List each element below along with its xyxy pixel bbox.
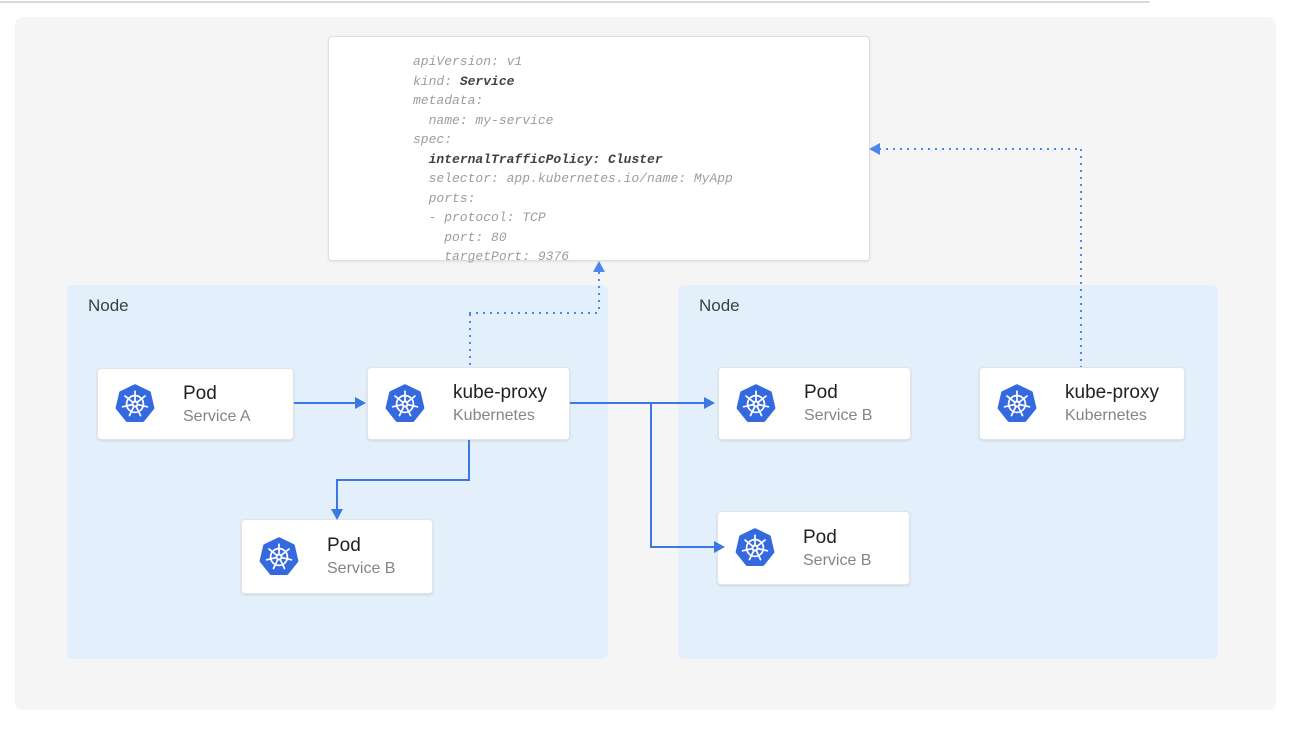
card-subtitle: Service A	[183, 406, 251, 427]
card-text: Pod Service B	[804, 381, 872, 426]
card-title: Pod	[183, 382, 251, 405]
kube-proxy-right-card: kube-proxy Kubernetes	[979, 367, 1185, 440]
yaml-line: kind: Service	[413, 72, 869, 92]
node-right-label: Node	[699, 295, 740, 317]
yaml-line: name: my-service	[413, 111, 869, 131]
dotted-left-kube-proxy-up-segment	[469, 314, 471, 367]
arrowhead-pod-a-to-kube-proxy	[355, 397, 366, 409]
pod-service-a-card: Pod Service A	[97, 368, 294, 440]
service-yaml-card: apiVersion: v1kind: Servicemetadata: nam…	[328, 36, 870, 261]
card-subtitle: Kubernetes	[1065, 405, 1159, 426]
arrow-branch-right-segment	[650, 546, 716, 548]
dotted-left-kube-proxy-right-segment	[469, 312, 600, 314]
kubernetes-icon	[384, 383, 426, 425]
node-right: Node	[678, 285, 1218, 659]
kubernetes-icon	[996, 383, 1038, 425]
card-title: Pod	[803, 526, 871, 549]
card-subtitle: Service B	[803, 550, 871, 571]
kubernetes-icon	[258, 536, 300, 578]
kube-proxy-left-card: kube-proxy Kubernetes	[367, 367, 570, 440]
yaml-line: - protocol: TCP	[413, 208, 869, 228]
arrow-kube-proxy-left-segment	[336, 479, 470, 481]
yaml-line: internalTrafficPolicy: Cluster	[413, 150, 869, 170]
yaml-line: apiVersion: v1	[413, 52, 869, 72]
arrow-kube-proxy-to-pod-b-right-top	[570, 402, 705, 404]
dotted-left-kube-proxy-up2-segment	[598, 272, 600, 314]
arrowhead-to-pod-b-right-bottom	[714, 541, 725, 553]
arrow-kube-proxy-down2-segment	[336, 480, 338, 511]
arrow-kube-proxy-down-segment	[468, 440, 470, 481]
yaml-line: selector: app.kubernetes.io/name: MyApp	[413, 169, 869, 189]
yaml-line: port: 80	[413, 228, 869, 248]
arrowhead-to-yaml-bottom	[593, 261, 605, 272]
pod-service-b-left-card: Pod Service B	[241, 519, 433, 594]
card-text: kube-proxy Kubernetes	[1065, 381, 1159, 426]
card-subtitle: Service B	[804, 405, 872, 426]
card-text: Pod Service B	[803, 526, 871, 571]
card-text: Pod Service A	[183, 382, 251, 427]
kubernetes-icon	[735, 383, 777, 425]
arrowhead-to-pod-b-right-top	[704, 397, 715, 409]
arrowhead-to-yaml-right	[869, 143, 880, 155]
pod-service-b-right-bottom-card: Pod Service B	[717, 511, 910, 585]
card-title: Pod	[804, 381, 872, 404]
dotted-right-kube-proxy-up-segment	[1080, 149, 1082, 367]
card-text: kube-proxy Kubernetes	[453, 381, 547, 426]
arrowhead-to-pod-b-left	[331, 509, 343, 520]
kubernetes-icon	[734, 527, 776, 569]
top-divider	[0, 1, 1150, 3]
arrow-pod-a-to-kube-proxy	[294, 402, 357, 404]
yaml-line: ports:	[413, 189, 869, 209]
service-yaml-code: apiVersion: v1kind: Servicemetadata: nam…	[329, 37, 869, 267]
yaml-line: metadata:	[413, 91, 869, 111]
yaml-line: targetPort: 9376	[413, 247, 869, 267]
node-left-label: Node	[88, 295, 129, 317]
card-subtitle: Service B	[327, 558, 395, 579]
card-title: kube-proxy	[1065, 381, 1159, 404]
kubernetes-traffic-diagram: apiVersion: v1kind: Servicemetadata: nam…	[0, 0, 1296, 729]
card-title: kube-proxy	[453, 381, 547, 404]
arrow-branch-down-segment	[650, 403, 652, 548]
card-text: Pod Service B	[327, 534, 395, 579]
node-left: Node	[67, 285, 608, 659]
card-title: Pod	[327, 534, 395, 557]
kubernetes-icon	[114, 383, 156, 425]
dotted-right-kube-proxy-left-segment	[879, 148, 1082, 150]
card-subtitle: Kubernetes	[453, 405, 547, 426]
pod-service-b-right-top-card: Pod Service B	[718, 367, 911, 440]
yaml-line: spec:	[413, 130, 869, 150]
